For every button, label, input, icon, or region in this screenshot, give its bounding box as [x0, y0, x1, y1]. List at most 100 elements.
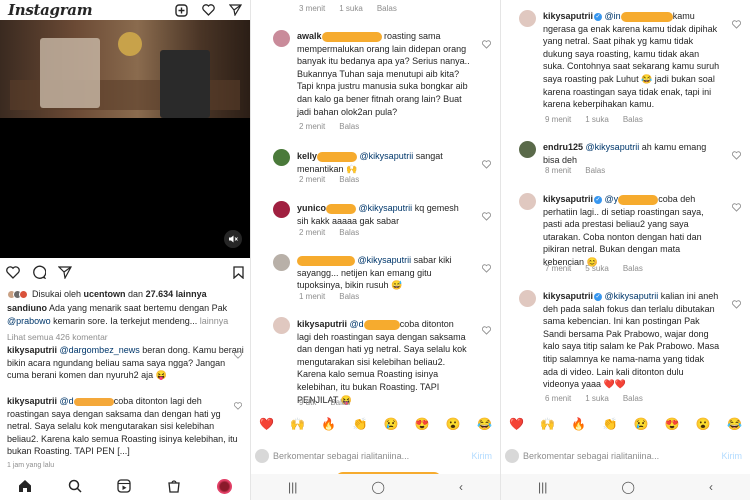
system-nav: ||| ◯ ‹ — [251, 474, 500, 500]
top-bar: Instagram — [0, 0, 250, 20]
comment-meta: 6 menit 1 suka Balas — [545, 394, 643, 403]
comment-meta: 2 menit Balas — [299, 122, 360, 131]
mute-icon[interactable] — [224, 230, 242, 248]
comment: kikysaputrii ✓ @kikysaputrii kalian ini a… — [543, 291, 720, 390]
home-button-icon[interactable]: ◯ — [621, 480, 634, 494]
emoji-button[interactable]: 😂 — [477, 417, 492, 431]
emoji-button[interactable]: ❤️ — [509, 417, 524, 431]
comment-like-icon[interactable] — [731, 147, 742, 160]
comment: yunico @kikysaputrii kq gemesh sih kakk … — [297, 203, 459, 226]
more-link[interactable]: lainnya — [197, 316, 229, 326]
comment-input[interactable]: Berkomentar sebagai rialitaniina... — [523, 451, 659, 461]
my-avatar — [255, 449, 269, 463]
post-panel: Instagram Disukai oleh ucentown dan 27.6… — [0, 0, 250, 500]
comment-meta: 2 menit Balas — [299, 228, 360, 237]
home-button-icon[interactable]: ◯ — [371, 480, 384, 494]
comment-preview: kikysaputrii @d coba ditonton lagi deh ro… — [7, 396, 238, 457]
post-actions — [6, 262, 244, 282]
send-button[interactable]: Kirim — [472, 451, 493, 461]
comments-panel-2: 3 menit 1 suka Balas awalk roasting sama m… — [250, 0, 500, 500]
comment-like-icon[interactable] — [481, 322, 492, 335]
direct-message-icon[interactable] — [229, 4, 242, 16]
emoji-button[interactable]: 😍 — [415, 417, 430, 431]
emoji-button[interactable]: 🙌 — [540, 417, 555, 431]
back-icon[interactable]: ‹ — [709, 480, 713, 494]
comment-meta: 9 menit 1 suka Balas — [545, 115, 643, 124]
verified-icon: ✓ — [594, 195, 603, 204]
comment-composer[interactable]: Berkomentar sebagai rialitaniina... Kiri… — [251, 442, 500, 470]
bookmark-icon[interactable] — [233, 265, 244, 279]
comment-like-icon[interactable] — [481, 260, 492, 273]
avatar[interactable] — [273, 254, 290, 271]
view-all-comments[interactable]: Lihat semua 426 komentar — [7, 331, 246, 344]
avatar[interactable] — [273, 201, 290, 218]
recent-apps-icon[interactable]: ||| — [538, 480, 547, 494]
comment-like-icon[interactable] — [481, 36, 492, 49]
comment-meta: 2 menit Balas — [299, 175, 360, 184]
emoji-button[interactable]: 🙌 — [290, 417, 305, 431]
video-frame — [0, 20, 250, 118]
comment-like-icon[interactable] — [731, 199, 742, 212]
comment-like-icon[interactable] — [481, 208, 492, 221]
emoji-button[interactable]: 🔥 — [571, 417, 586, 431]
comment: kikysaputrii ✓ @in kamu ngerasa ga enak ka… — [543, 11, 720, 110]
system-nav: ||| ◯ ‹ — [501, 474, 750, 500]
like-icon[interactable] — [6, 265, 20, 279]
comment-like-icon[interactable] — [481, 156, 492, 169]
comment-like-icon[interactable] — [233, 397, 243, 415]
post-timestamp: 1 jam yang lalu — [7, 462, 55, 469]
profile-avatar[interactable] — [217, 478, 233, 494]
shop-icon[interactable] — [167, 479, 181, 493]
video-player[interactable] — [0, 20, 250, 258]
search-icon[interactable] — [68, 479, 82, 493]
avatar[interactable] — [273, 149, 290, 166]
caption-username[interactable]: sandiuno — [7, 303, 47, 313]
emoji-button[interactable]: 😮 — [696, 417, 711, 431]
comments-panel-3: kikysaputrii ✓ @in kamu ngerasa ga enak ka… — [500, 0, 750, 500]
avatar[interactable] — [519, 141, 536, 158]
emoji-button[interactable]: ❤️ — [259, 417, 274, 431]
new-post-icon[interactable] — [175, 3, 188, 17]
avatar[interactable] — [519, 193, 536, 210]
comment-composer[interactable]: Berkomentar sebagai rialitaniina... Kiri… — [501, 442, 750, 470]
emoji-button[interactable]: 👏 — [352, 417, 367, 431]
verified-icon: ✓ — [594, 12, 603, 21]
emoji-bar: ❤️ 🙌 🔥 👏 😢 😍 😮 😂 — [501, 413, 750, 435]
activity-heart-icon[interactable] — [202, 4, 215, 16]
avatar[interactable] — [519, 290, 536, 307]
emoji-button[interactable]: 👏 — [602, 417, 617, 431]
comment-meta: 8 menit Balas — [545, 166, 606, 175]
reels-icon[interactable] — [117, 479, 132, 493]
emoji-button[interactable]: 😍 — [665, 417, 680, 431]
caption-mention[interactable]: @prabowo — [7, 316, 51, 326]
my-avatar — [505, 449, 519, 463]
comment: @kikysaputrii sabar kiki sayangg... neti… — [297, 255, 452, 291]
emoji-button[interactable]: 😂 — [727, 417, 742, 431]
comment: kikysaputrii ✓ @y coba deh perhatiin lagi.… — [543, 194, 704, 267]
emoji-bar: ❤️ 🙌 🔥 👏 😢 😍 😮 😂 — [251, 413, 500, 435]
avatar[interactable] — [519, 10, 536, 27]
recent-apps-icon[interactable]: ||| — [288, 480, 297, 494]
comment-like-icon[interactable] — [233, 346, 243, 364]
avatar[interactable] — [273, 317, 290, 334]
comment-input[interactable]: Berkomentar sebagai rialitaniina... — [273, 451, 409, 461]
comment-like-icon[interactable] — [731, 16, 742, 29]
comment: awalk roasting sama mempermalukan orang … — [297, 31, 470, 117]
comment-meta: 3 menit 1 suka Balas — [299, 4, 397, 13]
comment-like-icon[interactable] — [731, 296, 742, 309]
back-icon[interactable]: ‹ — [459, 480, 463, 494]
send-button[interactable]: Kirim — [722, 451, 743, 461]
emoji-button[interactable]: 🔥 — [321, 417, 336, 431]
likes-summary[interactable]: Disukai oleh ucentown dan 27.634 lainnya — [7, 288, 246, 301]
instagram-logo: Instagram — [8, 1, 93, 19]
avatar[interactable] — [273, 30, 290, 47]
emoji-button[interactable]: 😢 — [384, 417, 399, 431]
bottom-nav — [0, 472, 250, 500]
emoji-button[interactable]: 😮 — [446, 417, 461, 431]
share-icon[interactable] — [58, 265, 72, 279]
comment-icon[interactable] — [32, 265, 46, 279]
comment-meta: 9 dtk Balas — [299, 398, 351, 407]
comment-meta: 7 menit 5 suka Balas — [545, 264, 643, 273]
home-icon[interactable] — [18, 479, 32, 493]
emoji-button[interactable]: 😢 — [634, 417, 649, 431]
